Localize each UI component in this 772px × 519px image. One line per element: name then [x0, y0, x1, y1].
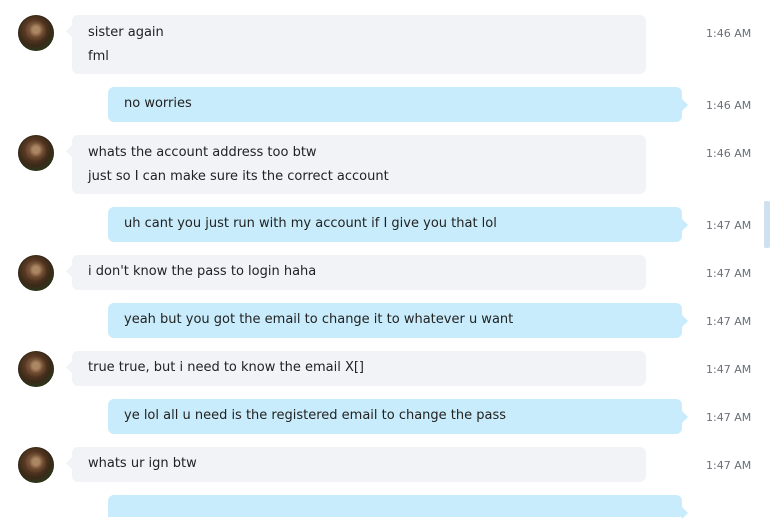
contact-avatar[interactable]: [18, 15, 54, 51]
outgoing-message-bubble[interactable]: uh cant you just run with my account if …: [108, 207, 688, 242]
message-timestamp: 1:47 AM: [706, 267, 752, 280]
contact-avatar[interactable]: [18, 135, 54, 171]
message-timestamp: 1:47 AM: [706, 363, 752, 376]
outgoing-message-bubble[interactable]: [108, 495, 688, 519]
incoming-message-bubble[interactable]: i don't know the pass to login haha: [66, 255, 646, 290]
contact-avatar[interactable]: [18, 447, 54, 483]
message-timestamp: 1:47 AM: [706, 411, 752, 424]
scrollbar-thumb[interactable]: [764, 201, 770, 248]
message-text: just so I can make sure its the correct …: [88, 169, 389, 184]
message-text: yeah but you got the email to change it …: [124, 312, 514, 327]
message-timestamp: 1:46 AM: [706, 27, 752, 40]
outgoing-message-bubble[interactable]: no worries: [108, 87, 688, 122]
message-text: true true, but i need to know the email …: [88, 360, 365, 375]
contact-avatar[interactable]: [18, 255, 54, 291]
outgoing-message-bubble[interactable]: yeah but you got the email to change it …: [108, 303, 688, 338]
message-timestamp: 1:46 AM: [706, 147, 752, 160]
message-text: whats ur ign btw: [88, 456, 197, 471]
outgoing-message-bubble[interactable]: ye lol all u need is the registered emai…: [108, 399, 688, 434]
chat-history: sister again fml 1:46 AM no worries 1:46…: [0, 0, 772, 519]
message-text: sister again: [88, 25, 164, 40]
incoming-message-bubble[interactable]: sister again fml: [66, 15, 646, 74]
message-text: whats the account address too btw: [88, 145, 317, 160]
message-timestamp: 1:47 AM: [706, 315, 752, 328]
message-timestamp: 1:47 AM: [706, 459, 752, 472]
message-text: fml: [88, 49, 109, 64]
incoming-message-bubble[interactable]: whats ur ign btw: [66, 447, 646, 482]
message-text: ye lol all u need is the registered emai…: [124, 408, 507, 423]
incoming-message-bubble[interactable]: whats the account address too btw just s…: [66, 135, 646, 194]
message-text: i don't know the pass to login haha: [88, 264, 317, 279]
message-timestamp: 1:46 AM: [706, 99, 752, 112]
message-text: uh cant you just run with my account if …: [124, 216, 497, 231]
message-text: no worries: [124, 96, 192, 111]
message-timestamp: 1:47 AM: [706, 219, 752, 232]
incoming-message-bubble[interactable]: true true, but i need to know the email …: [66, 351, 646, 386]
contact-avatar[interactable]: [18, 351, 54, 387]
